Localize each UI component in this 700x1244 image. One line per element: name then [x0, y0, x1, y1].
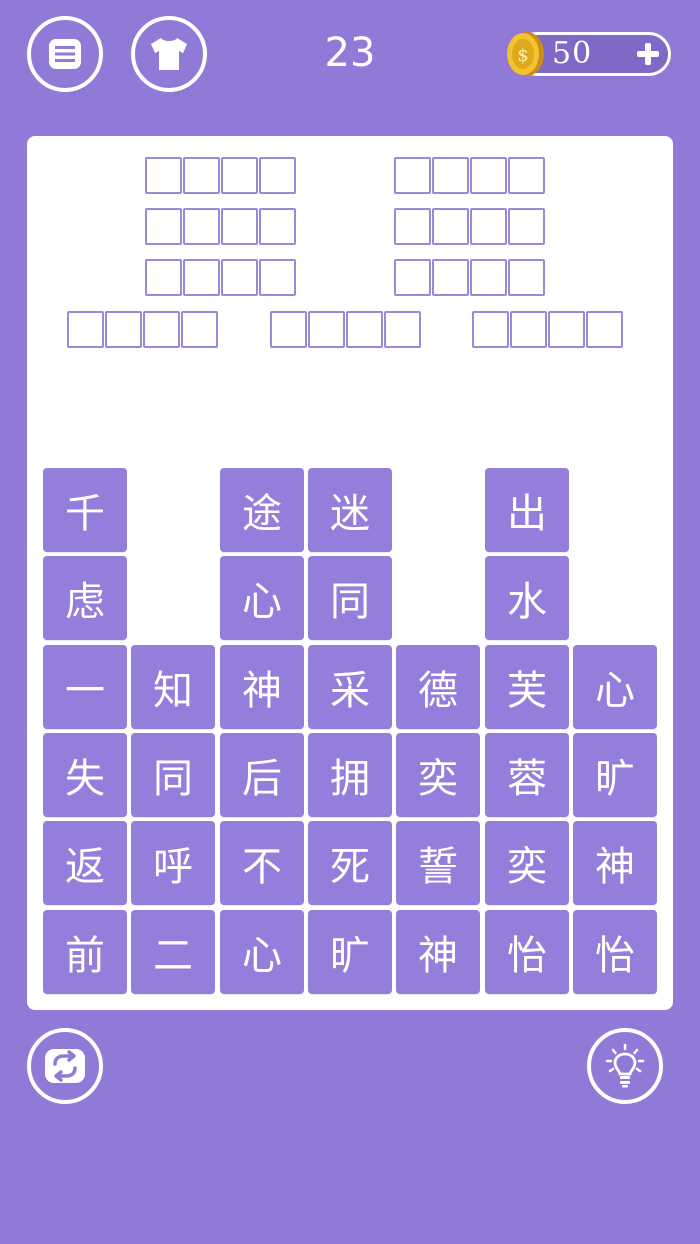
answer-slot[interactable] — [67, 311, 104, 348]
answer-slot[interactable] — [143, 311, 180, 348]
answer-slot[interactable] — [270, 311, 307, 348]
character-tile[interactable]: 神 — [220, 645, 304, 729]
character-tile[interactable]: 水 — [485, 556, 569, 640]
answer-slot[interactable] — [183, 208, 220, 245]
answer-slot[interactable] — [308, 311, 345, 348]
plus-icon[interactable] — [634, 40, 662, 68]
answer-slot-group — [394, 259, 545, 296]
character-tile[interactable]: 一 — [43, 645, 127, 729]
answer-slot[interactable] — [181, 311, 218, 348]
character-tile[interactable]: 迷 — [308, 468, 392, 552]
character-tile[interactable]: 旷 — [573, 733, 657, 817]
character-tile[interactable]: 失 — [43, 733, 127, 817]
svg-text:$: $ — [517, 45, 528, 66]
menu-icon — [49, 39, 81, 69]
level-number: 23 — [324, 30, 376, 76]
character-tile[interactable]: 芙 — [485, 645, 569, 729]
character-tile[interactable]: 采 — [308, 645, 392, 729]
answer-slot[interactable] — [470, 208, 507, 245]
answer-slot[interactable] — [221, 208, 258, 245]
character-tile[interactable]: 知 — [131, 645, 215, 729]
answer-slot-group — [145, 157, 296, 194]
answer-slot[interactable] — [432, 259, 469, 296]
character-tile[interactable]: 不 — [220, 821, 304, 905]
answer-slot[interactable] — [394, 208, 431, 245]
character-tile[interactable]: 德 — [396, 645, 480, 729]
answer-slot[interactable] — [548, 311, 585, 348]
answer-slot[interactable] — [183, 157, 220, 194]
lightbulb-icon — [605, 1043, 645, 1088]
character-tile[interactable]: 同 — [131, 733, 215, 817]
answer-slot-group — [145, 259, 296, 296]
answer-slot-group — [472, 311, 623, 348]
character-tile[interactable]: 奕 — [396, 733, 480, 817]
answer-slot[interactable] — [145, 157, 182, 194]
answer-slot[interactable] — [432, 208, 469, 245]
answer-slot[interactable] — [394, 259, 431, 296]
character-tile[interactable]: 呼 — [131, 821, 215, 905]
answer-slot[interactable] — [346, 311, 383, 348]
character-tile[interactable]: 千 — [43, 468, 127, 552]
answer-slot[interactable] — [105, 311, 142, 348]
character-tile[interactable]: 心 — [220, 556, 304, 640]
character-tile[interactable]: 旷 — [308, 910, 392, 994]
character-tile[interactable]: 神 — [573, 821, 657, 905]
character-tile[interactable]: 虑 — [43, 556, 127, 640]
character-tile[interactable]: 途 — [220, 468, 304, 552]
menu-button[interactable] — [27, 16, 103, 92]
answer-slot[interactable] — [508, 259, 545, 296]
answer-slot[interactable] — [472, 311, 509, 348]
answer-slot[interactable] — [259, 157, 296, 194]
character-tile[interactable]: 誓 — [396, 821, 480, 905]
answer-slot[interactable] — [510, 311, 547, 348]
character-tile[interactable]: 前 — [43, 910, 127, 994]
answer-slot[interactable] — [145, 259, 182, 296]
character-tile[interactable]: 神 — [396, 910, 480, 994]
answer-slot-group — [270, 311, 421, 348]
answer-slot[interactable] — [221, 259, 258, 296]
coin-icon: $ — [507, 32, 544, 76]
character-tile[interactable]: 返 — [43, 821, 127, 905]
answer-slot-group — [394, 208, 545, 245]
character-tile[interactable]: 死 — [308, 821, 392, 905]
answer-slot[interactable] — [183, 259, 220, 296]
character-tile[interactable]: 后 — [220, 733, 304, 817]
character-tile[interactable]: 二 — [131, 910, 215, 994]
answer-slot[interactable] — [586, 311, 623, 348]
shirt-icon — [151, 38, 187, 70]
answer-slot[interactable] — [259, 208, 296, 245]
answer-slot[interactable] — [508, 208, 545, 245]
answer-slot-group — [394, 157, 545, 194]
character-tile[interactable]: 蓉 — [485, 733, 569, 817]
character-tile[interactable]: 奕 — [485, 821, 569, 905]
character-tile[interactable]: 怡 — [485, 910, 569, 994]
answer-slot[interactable] — [145, 208, 182, 245]
skin-button[interactable] — [131, 16, 207, 92]
answer-slot[interactable] — [432, 157, 469, 194]
character-tile[interactable]: 怡 — [573, 910, 657, 994]
answer-slot-group — [67, 311, 218, 348]
character-tile[interactable]: 心 — [220, 910, 304, 994]
refresh-button[interactable] — [27, 1028, 103, 1104]
character-tile[interactable]: 心 — [573, 645, 657, 729]
character-tile[interactable]: 出 — [485, 468, 569, 552]
answer-slot[interactable] — [470, 157, 507, 194]
answer-slot[interactable] — [508, 157, 545, 194]
answer-slot[interactable] — [470, 259, 507, 296]
character-tile[interactable]: 拥 — [308, 733, 392, 817]
refresh-icon — [45, 1049, 85, 1083]
answer-slot-group — [145, 208, 296, 245]
hint-button[interactable] — [587, 1028, 663, 1104]
character-tile[interactable]: 同 — [308, 556, 392, 640]
answer-slot[interactable] — [394, 157, 431, 194]
answer-slot[interactable] — [221, 157, 258, 194]
answer-slot[interactable] — [384, 311, 421, 348]
answer-slot[interactable] — [259, 259, 296, 296]
coin-count: 50 — [552, 36, 593, 71]
